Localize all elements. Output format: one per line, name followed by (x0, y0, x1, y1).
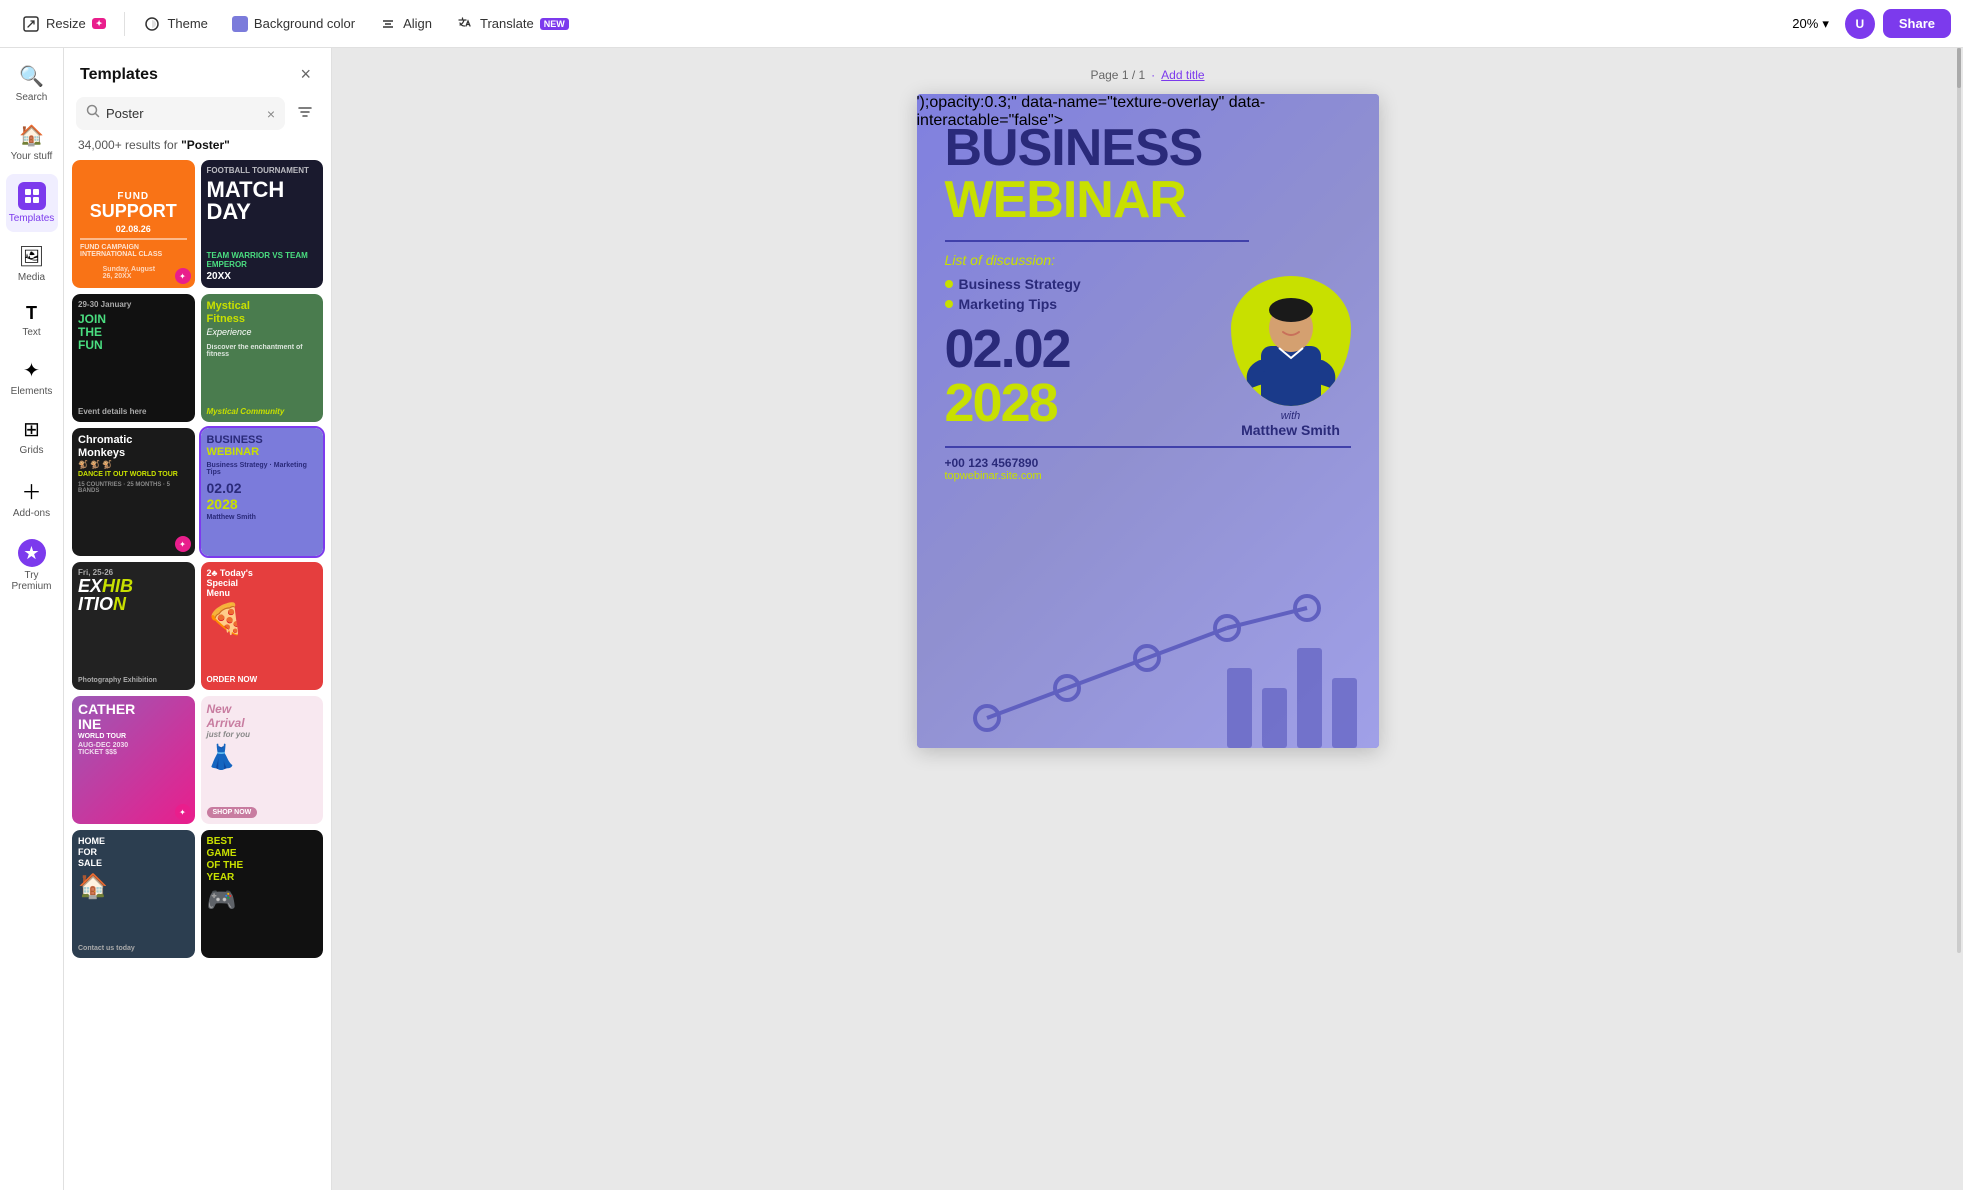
template-card-2[interactable]: FOOTBALL TOURNAMENT MATCHDAY TEAM WARRIO… (201, 160, 324, 288)
main-layout: 🔍 Search 🏠 Your stuff Templates 🖼 Media … (0, 48, 1963, 1190)
filter-button[interactable] (291, 98, 319, 129)
panel-close-button[interactable]: × (296, 62, 315, 87)
bullet-dot-2 (945, 300, 953, 308)
premium-badge2: ✦ (175, 536, 191, 552)
poster-title-line1[interactable]: BUSINESS WEBINAR (945, 122, 1351, 226)
text-icon: T (26, 303, 37, 324)
toolbar: Resize ✦ Theme Background color Align Tr… (0, 0, 1963, 48)
bg-color-button[interactable]: Background color (222, 10, 365, 38)
poster-divider (945, 240, 1250, 242)
media-icon: 🖼 (19, 244, 44, 269)
template-card-8[interactable]: 2♣ Today'sSpecialMenu 🍕 ORDER NOW (201, 562, 324, 690)
sidebar-item-try-premium[interactable]: ★ Try Premium (6, 531, 58, 600)
bg-color-icon (232, 16, 248, 32)
template-card-12[interactable]: BESTGAMEOF THEYEAR 🎮 (201, 830, 324, 958)
resize-icon (22, 15, 40, 33)
poster-discussion: List of discussion: (945, 252, 1351, 268)
sidebar-item-templates[interactable]: Templates (6, 174, 58, 232)
resize-badge: ✦ (92, 18, 107, 29)
sidebar-item-addons[interactable]: ＋ Add-ons (6, 468, 58, 527)
poster-content: BUSINESS WEBINAR List of discussion: Bus… (917, 94, 1379, 748)
home-icon: 🏠 (19, 123, 44, 148)
poster-bullets-wrap: Business Strategy Marketing Tips 02.02 2… (945, 276, 1081, 430)
sidebar-item-search[interactable]: 🔍 Search (6, 56, 58, 111)
search-row: × (64, 97, 331, 138)
template-card-11[interactable]: HOMEFORSALE 🏠 Contact us today (72, 830, 195, 958)
template-card-9[interactable]: CATHERINE WORLD TOUR AUG-DEC 2030 TICKET… (72, 696, 195, 824)
align-icon (379, 15, 397, 33)
bullet-dot-1 (945, 280, 953, 288)
template-card-3[interactable]: 29-30 January JOINTHEFUN Event details h… (72, 294, 195, 422)
share-button[interactable]: Share (1883, 9, 1951, 38)
sidebar-item-your-stuff[interactable]: 🏠 Your stuff (6, 115, 58, 170)
search-clear-button[interactable]: × (267, 106, 275, 122)
templates-panel: Templates × × 34,000+ results for "Poste… (64, 48, 332, 1190)
search-wrap: × (76, 97, 285, 130)
grid-columns: FUND SUPPORT 02.08.26 FUND CAMPAIGN INTE… (72, 160, 323, 958)
page-label[interactable]: Page 1 / 1 · Add title (1090, 68, 1204, 82)
sidebar-item-text[interactable]: T Text (6, 295, 58, 346)
premium-badge3: ✦ (175, 804, 191, 820)
search-icon2 (86, 104, 100, 123)
sidebar-item-media[interactable]: 🖼 Media (6, 236, 58, 291)
translate-icon (456, 15, 474, 33)
addons-icon: ＋ (22, 476, 42, 505)
search-icon: 🔍 (19, 64, 44, 89)
bullet-item-1: Business Strategy (945, 276, 1081, 292)
premium-badge: ✦ (175, 268, 191, 284)
search-input[interactable] (106, 106, 261, 121)
canvas-frame[interactable]: ');opacity:0.3;" data-name="texture-over… (917, 94, 1379, 748)
panel-title: Templates (80, 66, 158, 84)
poster-speaker: with Matthew Smith (1231, 276, 1351, 438)
grids-icon: ⊞ (23, 417, 40, 442)
sidebar-item-grids[interactable]: ⊞ Grids (6, 409, 58, 464)
translate-badge: NEW (540, 18, 569, 30)
sidebar-item-elements[interactable]: ✦ Elements (6, 350, 58, 405)
poster-divider2 (945, 446, 1351, 448)
avatar[interactable]: U (1845, 9, 1875, 39)
align-button[interactable]: Align (369, 9, 442, 39)
templates-grid: FUND SUPPORT 02.08.26 FUND CAMPAIGN INTE… (64, 160, 331, 1190)
speaker-image (1231, 276, 1351, 406)
elements-icon: ✦ (23, 358, 40, 383)
poster-website: topwebinar.site.com (945, 470, 1351, 482)
templates-icon (18, 182, 46, 210)
icon-sidebar: 🔍 Search 🏠 Your stuff Templates 🖼 Media … (0, 48, 64, 1190)
results-text: 34,000+ results for "Poster" (64, 138, 331, 160)
separator1 (124, 12, 125, 36)
theme-button[interactable]: Theme (133, 9, 217, 39)
resize-button[interactable]: Resize ✦ (12, 9, 116, 39)
chevron-down-icon: ▾ (1822, 16, 1829, 32)
speaker-silhouette (1231, 276, 1351, 406)
poster-date: 02.02 2028 (945, 322, 1081, 430)
premium-icon: ★ (18, 539, 46, 567)
theme-icon (143, 15, 161, 33)
translate-button[interactable]: Translate NEW (446, 9, 579, 39)
panel-header: Templates × (64, 48, 331, 97)
filter-icon (297, 104, 313, 120)
template-card-4[interactable]: MysticalFitnessExperience Discover the e… (201, 294, 324, 422)
poster-phone: +00 123 4567890 (945, 456, 1351, 470)
template-card-10[interactable]: NewArrival just for you 👗 SHOP NOW (201, 696, 324, 824)
template-card-5[interactable]: ChromaticMonkeys 🐒 🐒 🐒 DANCE IT OUT WORL… (72, 428, 195, 556)
canvas-area: Page 1 / 1 · Add title ');opacity:0.3;" … (332, 48, 1963, 1190)
poster-bullets: Business Strategy Marketing Tips (945, 276, 1081, 312)
poster-middle-row: Business Strategy Marketing Tips 02.02 2… (945, 276, 1351, 438)
bullet-item-2: Marketing Tips (945, 296, 1081, 312)
toolbar-right: 20% ▾ U Share (1784, 9, 1951, 39)
template-card-1[interactable]: FUND SUPPORT 02.08.26 FUND CAMPAIGN INTE… (72, 160, 195, 288)
template-card-7[interactable]: Fri, 25-26 EXHIBITION Photography Exhibi… (72, 562, 195, 690)
zoom-control[interactable]: 20% ▾ (1784, 12, 1837, 36)
template-card-6[interactable]: BUSINESSWEBINAR Business Strategy · Mark… (201, 428, 324, 556)
